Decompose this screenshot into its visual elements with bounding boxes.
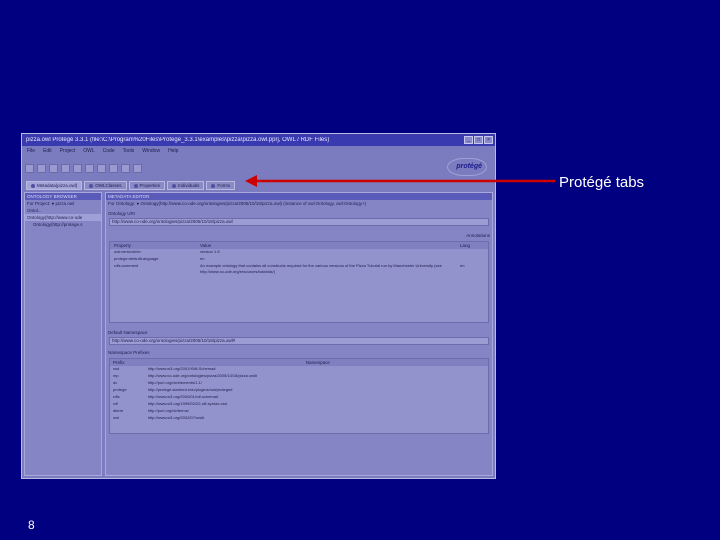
menu-help[interactable]: Help (168, 148, 178, 154)
callout-arrow (245, 175, 555, 187)
table-row[interactable]: rdfs http://www.w3.org/2000/01/rdf-schema… (110, 394, 488, 401)
open-icon[interactable] (37, 163, 46, 173)
undo-icon[interactable] (97, 163, 106, 173)
default-namespace-label: Default Namespace (108, 330, 148, 335)
table-row[interactable]: owl:versionInfo version 1.5 (110, 249, 488, 256)
metadata-editor-header: METADATA EDITOR (106, 193, 492, 200)
table-row[interactable]: dc http://purl.org/dc/elements/1.1/ (110, 380, 488, 387)
menu-file[interactable]: File (27, 148, 35, 154)
table-row[interactable]: rdf http://www.w3.org/1999/02/22-rdf-synt… (110, 401, 488, 408)
for-project-label: For Project: ● pizza.owl (27, 201, 74, 206)
annotations-table: Property Value Lang owl:versionInfo vers… (109, 241, 489, 323)
ontology-uri-field[interactable]: http://www.co-ode.org/ontologies/pizza/2… (109, 218, 489, 226)
redo-icon[interactable] (109, 163, 118, 173)
reasoner-icon[interactable] (121, 163, 130, 173)
for-ontology-label: For Ontology: ● Ontology(http://www.co-o… (108, 201, 367, 206)
metadata-icon (31, 183, 35, 188)
col-property: Property (114, 243, 132, 248)
maximize-button[interactable]: □ (474, 136, 483, 144)
col-prefix: Prefix (113, 360, 125, 365)
menu-edit[interactable]: Edit (43, 148, 52, 154)
protege-tab-bar: Metadata(pizza.owl) OWLClasses Propertie… (26, 181, 236, 190)
window-title: pizza.owl Protégé 3.3.1 (file:\C:\Progra… (26, 137, 330, 143)
col-value: Value (200, 243, 212, 248)
form-icon (211, 183, 216, 188)
menu-owl[interactable]: OWL (83, 148, 94, 154)
annotations-label: Annotations (466, 233, 490, 238)
ontology-browser-panel: ONTOLOGY BROWSER For Project: ● pizza.ow… (24, 192, 102, 476)
menu-window[interactable]: Window (142, 148, 160, 154)
table-row[interactable]: rdfs:comment An example ontology that co… (110, 263, 488, 275)
menu-bar: File Edit Project OWL Code Tools Window … (22, 146, 495, 155)
table-row[interactable]: mp http://www.co-ode.org/ontologies/pizza… (110, 373, 488, 380)
menu-project[interactable]: Project (60, 148, 76, 154)
col-namespace: Namespace (305, 360, 330, 365)
default-namespace-field[interactable]: http://www.co-ode.org/ontologies/pizza/2… (109, 337, 489, 345)
tree-item[interactable]: Ontology(http://www.co-ode (25, 214, 101, 221)
table-row[interactable]: xsd http://www.w3.org/2001/XMLSchema# (110, 366, 488, 373)
classify-icon[interactable] (133, 163, 142, 173)
tab-metadata[interactable]: Metadata(pizza.owl) (26, 181, 83, 190)
close-button[interactable]: × (484, 136, 493, 144)
tab-properties[interactable]: Properties (128, 181, 166, 190)
ontologies-label: Ontol... (27, 208, 42, 213)
individual-icon (172, 183, 177, 188)
slide-number: 8 (28, 518, 35, 532)
tab-individuals[interactable]: Individuals (167, 181, 205, 190)
callout-label: Protégé tabs (559, 174, 645, 191)
table-row[interactable]: protege:defaultLanguage en (110, 256, 488, 263)
metadata-editor-panel: METADATA EDITOR For Ontology: ● Ontology… (105, 192, 493, 476)
ontology-uri-label: Ontology URI (108, 211, 136, 216)
property-icon (133, 183, 138, 188)
class-icon (89, 183, 94, 188)
table-row[interactable]: protege http://protege.stanford.edu/plugi… (110, 387, 488, 394)
col-lang: Lang (460, 243, 471, 248)
paste-icon[interactable] (85, 163, 94, 173)
namespace-prefixes-label: Namespace Prefixes (108, 350, 150, 355)
window-titlebar: pizza.owl Protégé 3.3.1 (file:\C:\Progra… (22, 134, 495, 146)
menu-code[interactable]: Code (103, 148, 115, 154)
ontology-browser-header: ONTOLOGY BROWSER (25, 193, 101, 200)
menu-tools[interactable]: Tools (123, 148, 135, 154)
namespace-prefixes-table: Prefix Namespace xsd http://www.w3.org/20… (109, 358, 489, 434)
save-icon[interactable] (49, 163, 58, 173)
minimize-button[interactable]: _ (464, 136, 473, 144)
tab-forms[interactable]: Forms (206, 181, 236, 190)
new-icon[interactable] (25, 163, 34, 173)
cut-icon[interactable] (61, 163, 70, 173)
table-row[interactable]: dterm http://purl.org/dc/terms/ (110, 408, 488, 415)
tree-item[interactable]: Ontology(http://protege.s (25, 221, 101, 228)
copy-icon[interactable] (73, 163, 82, 173)
tab-owl-classes[interactable]: OWLClasses (84, 181, 127, 190)
table-row[interactable]: owl http://www.w3.org/2002/07/owl# (110, 415, 488, 422)
